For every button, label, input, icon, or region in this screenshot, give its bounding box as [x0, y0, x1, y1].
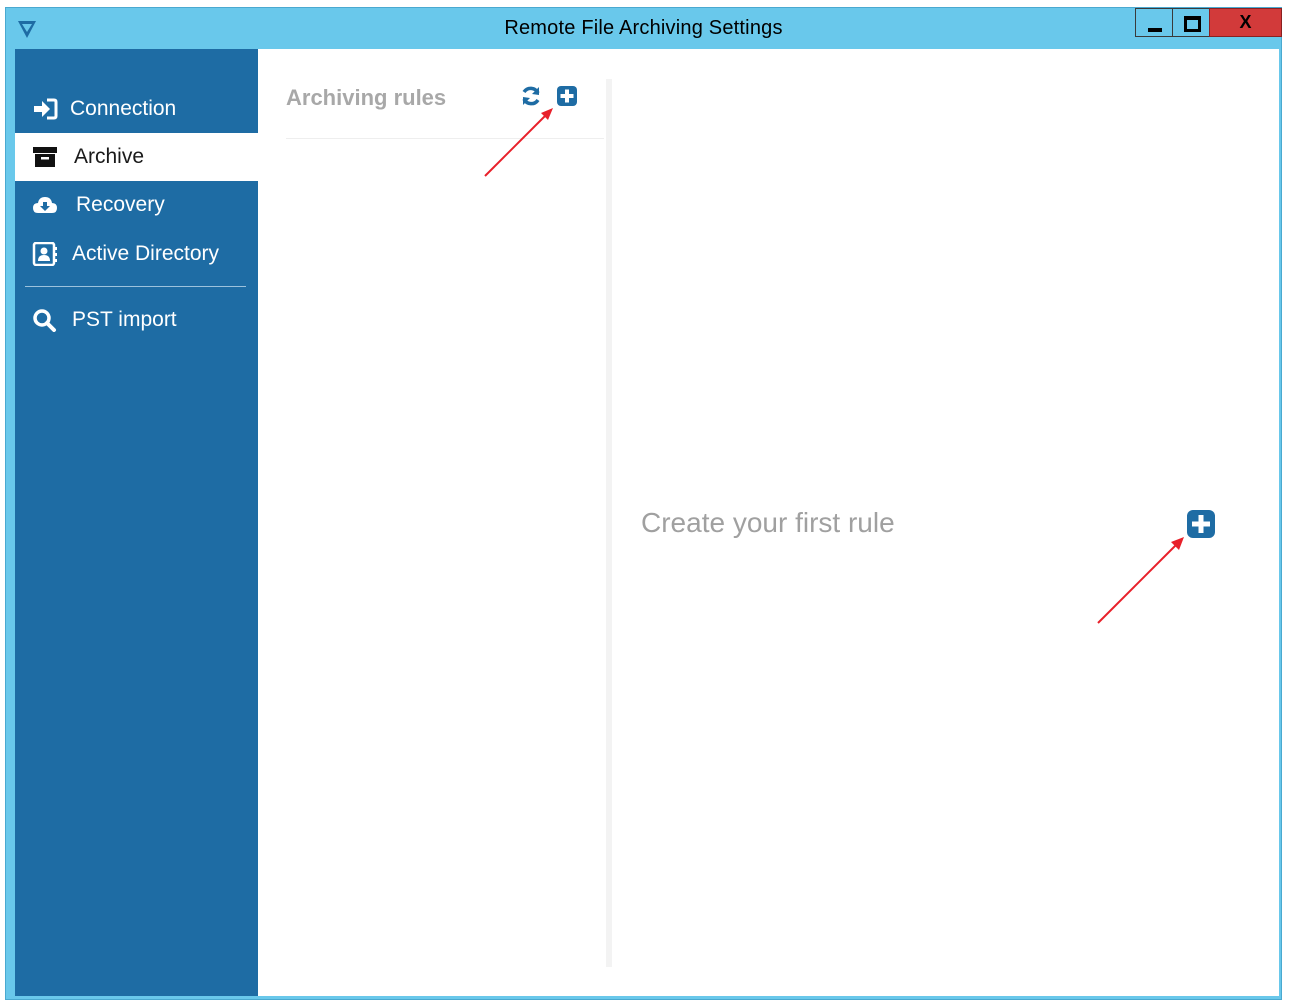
- sidebar-item-label: Recovery: [76, 193, 165, 216]
- sidebar-divider: [25, 286, 246, 287]
- search-icon: [33, 309, 56, 332]
- sidebar-item-pst-import[interactable]: PST import: [15, 296, 258, 344]
- sidebar-item-archive[interactable]: Archive: [15, 133, 258, 181]
- sidebar-item-label: Connection: [70, 97, 177, 120]
- sidebar-item-active-directory[interactable]: Active Directory: [15, 230, 258, 278]
- cloud-download-icon: [33, 197, 57, 213]
- minimize-button[interactable]: [1135, 8, 1173, 37]
- title-bar[interactable]: Remote File Archiving Settings X: [6, 8, 1282, 50]
- sidebar-item-connection[interactable]: Connection: [15, 85, 258, 133]
- rules-divider: [286, 138, 604, 139]
- panel-splitter[interactable]: [606, 79, 612, 967]
- sidebar-nav: Connection Archive Recovery Active Direc…: [15, 49, 258, 996]
- close-label: X: [1239, 12, 1252, 32]
- sidebar-item-recovery[interactable]: Recovery: [15, 181, 258, 229]
- sidebar-item-label: Archive: [74, 145, 145, 168]
- contact-book-icon: [32, 242, 57, 266]
- maximize-button[interactable]: [1172, 8, 1210, 37]
- sidebar-item-label: Active Directory: [72, 242, 220, 265]
- close-button[interactable]: X: [1209, 8, 1282, 37]
- archive-box-icon: [33, 147, 57, 167]
- sign-in-icon: [34, 98, 58, 120]
- main-content: Archiving rules Create your first rule: [258, 49, 1279, 996]
- empty-state-message: Create your first rule: [641, 507, 895, 538]
- refresh-icon[interactable]: [520, 85, 542, 107]
- sidebar-item-label: PST import: [72, 308, 177, 331]
- create-rule-plus-square-icon[interactable]: [1186, 509, 1216, 539]
- archiving-rules-title: Archiving rules: [286, 85, 447, 110]
- add-rule-plus-square-icon[interactable]: [556, 85, 578, 107]
- window-title: Remote File Archiving Settings: [504, 17, 783, 39]
